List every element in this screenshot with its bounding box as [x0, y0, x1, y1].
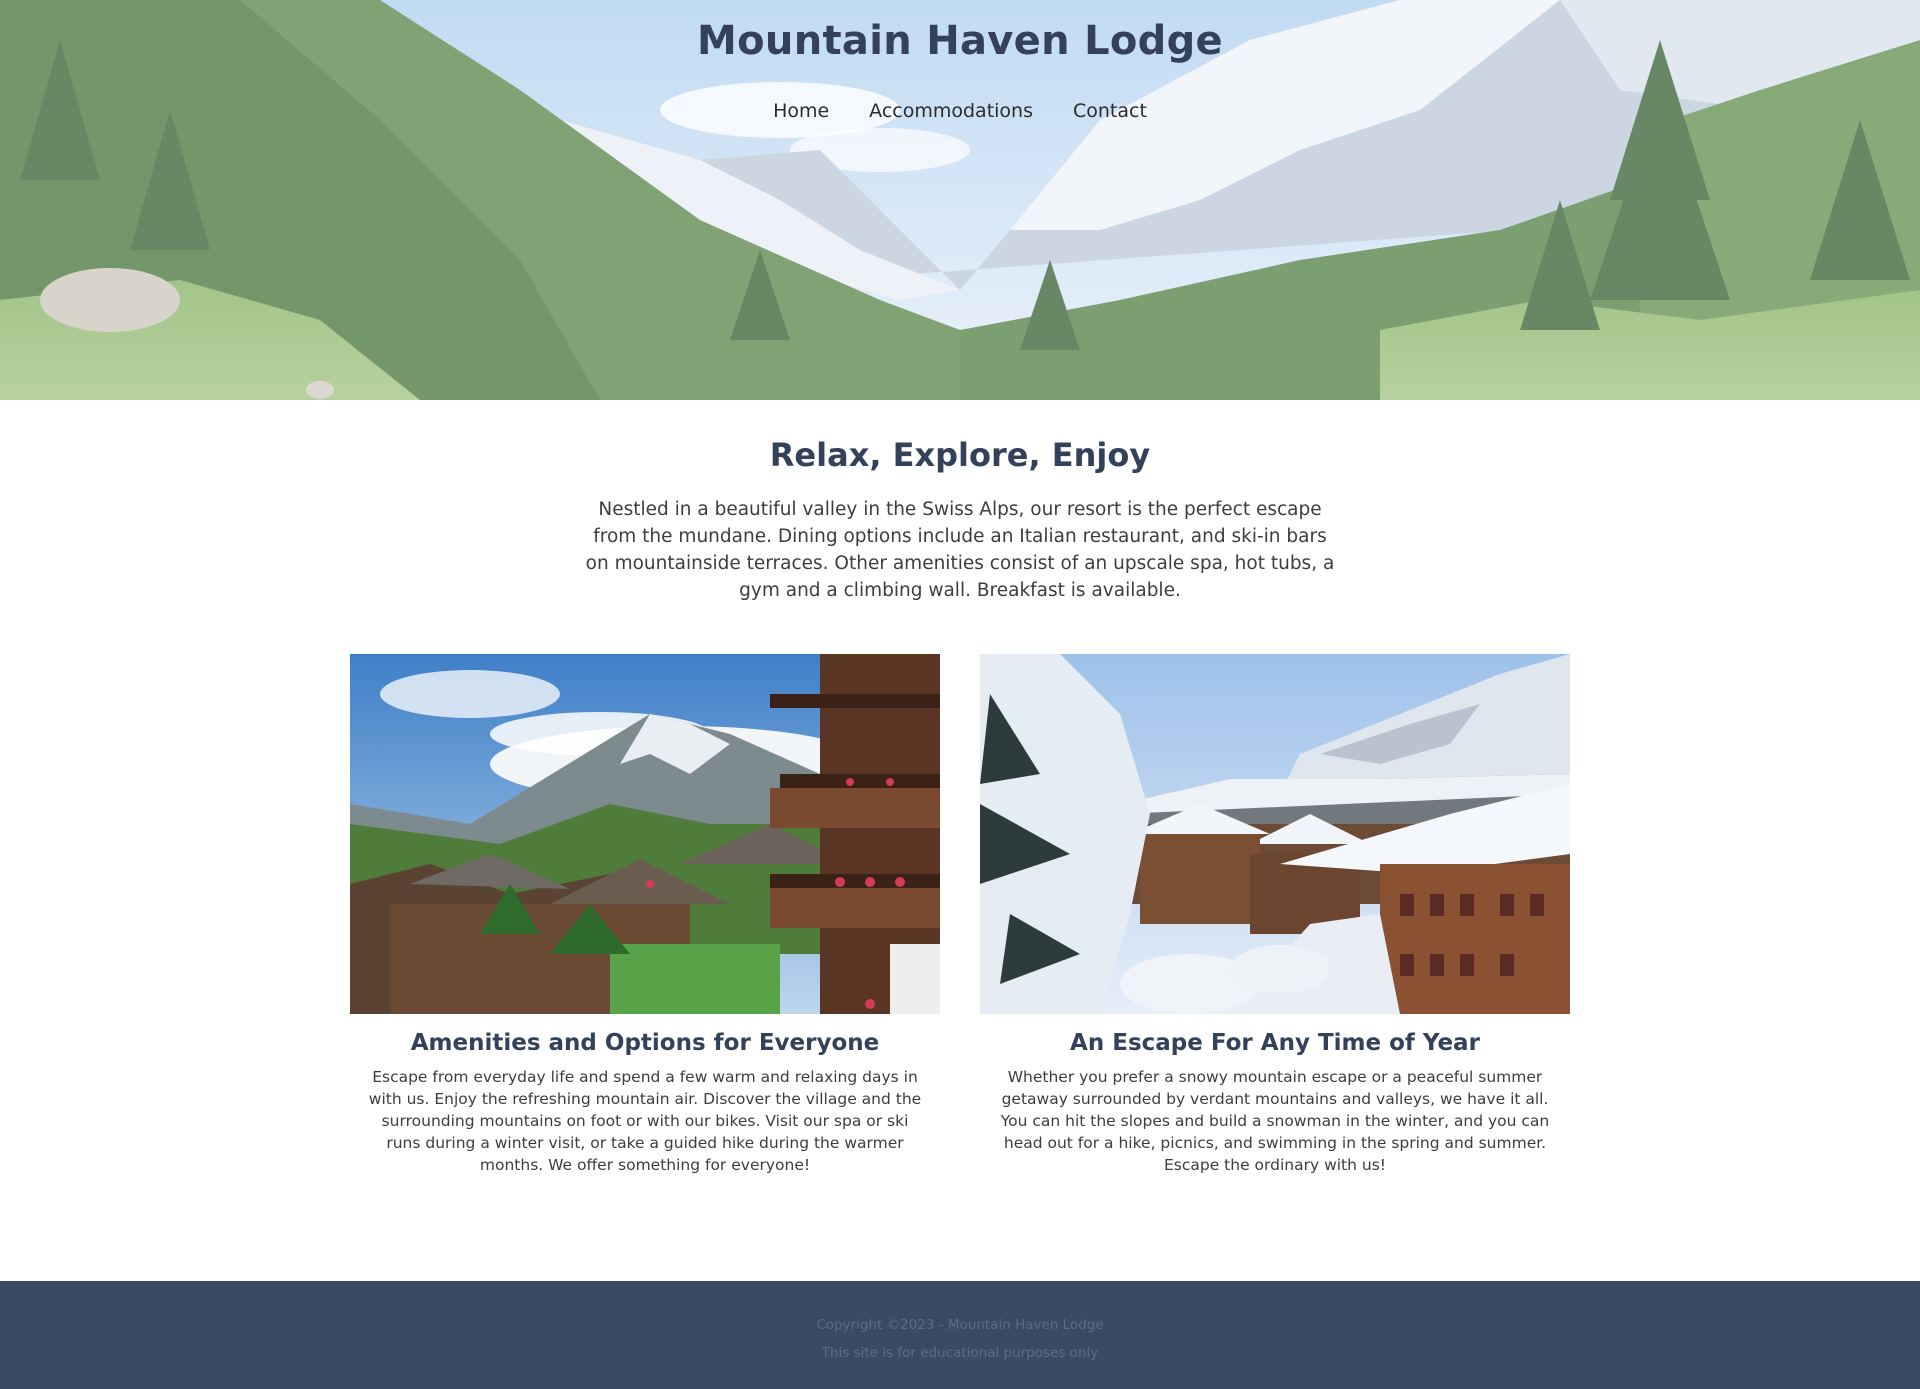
intro-text: Nestled in a beautiful valley in the Swi…	[585, 499, 1335, 601]
nav-accommodations-link[interactable]: Accommodations	[869, 100, 1033, 122]
winter-village-image	[980, 654, 1570, 1014]
summer-village-image	[350, 654, 940, 1014]
nav-contact-link[interactable]: Contact	[1073, 100, 1147, 122]
feature-cards: Amenities and Options for Everyone Escap…	[0, 654, 1920, 1176]
hero-banner: Mountain Haven Lodge Home Accommodations…	[0, 0, 1920, 400]
card-title: Amenities and Options for Everyone	[410, 1030, 880, 1056]
disclaimer-text: This site is for educational purposes on…	[821, 1345, 1099, 1361]
nav-home-link[interactable]: Home	[773, 100, 829, 122]
card-text: Whether you prefer a snowy mountain esca…	[1000, 1068, 1550, 1174]
site-title: Mountain Haven Lodge	[697, 18, 1223, 64]
feature-card-seasons: An Escape For Any Time of Year Whether y…	[980, 654, 1570, 1176]
intro-section: Relax, Explore, Enjoy Nestled in a beaut…	[0, 400, 1920, 604]
intro-heading: Relax, Explore, Enjoy	[769, 436, 1151, 474]
site-footer: Copyright ©2023 - Mountain Haven Lodge T…	[0, 1281, 1920, 1389]
main-nav: Home Accommodations Contact	[0, 100, 1920, 122]
card-text: Escape from everyday life and spend a fe…	[368, 1068, 922, 1174]
feature-card-amenities: Amenities and Options for Everyone Escap…	[350, 654, 940, 1176]
copyright-text: Copyright ©2023 - Mountain Haven Lodge	[816, 1317, 1104, 1333]
card-title: An Escape For Any Time of Year	[1070, 1030, 1480, 1056]
